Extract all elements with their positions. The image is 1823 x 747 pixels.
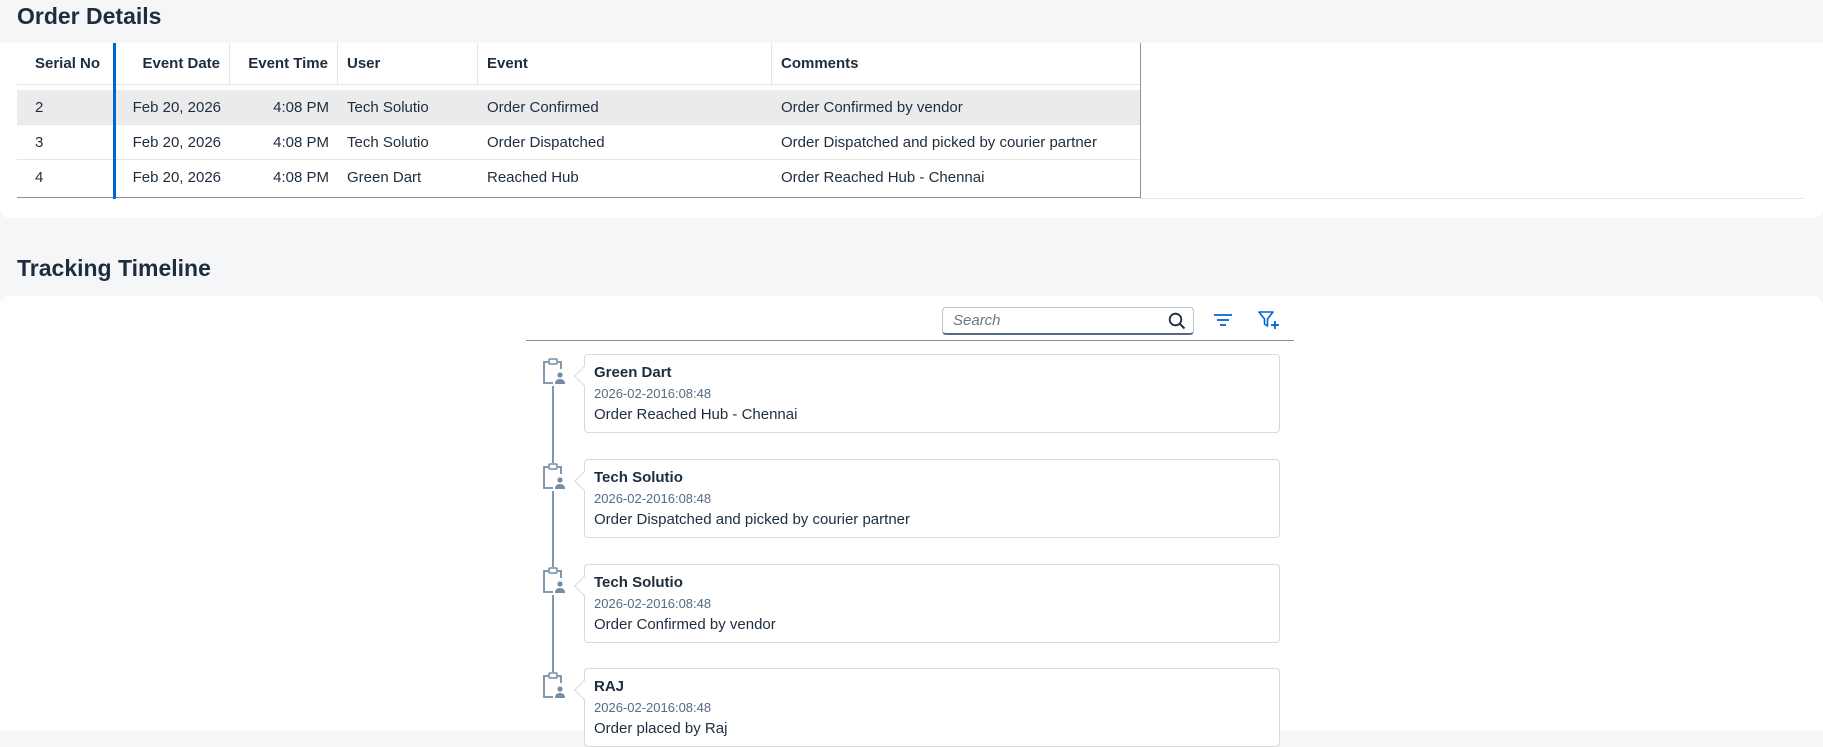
column-header-serial-no[interactable]: Serial No xyxy=(17,43,115,84)
order-events-table: Serial No Event Date Event Time User Eve… xyxy=(17,43,1141,199)
clipboard-user-icon xyxy=(540,463,566,491)
cell-event-date: Feb 20, 2026 xyxy=(132,168,221,186)
filter-button[interactable] xyxy=(1254,308,1284,336)
timeline-item[interactable]: Green Dart 2026-02-2016:08:48 Order Reac… xyxy=(584,354,1280,433)
cell-serial-no: 3 xyxy=(35,133,44,151)
timeline-item-user[interactable]: Green Dart xyxy=(594,364,672,381)
tracking-timeline-title: Tracking Timeline xyxy=(17,255,211,281)
cell-event: Order Dispatched xyxy=(487,133,605,151)
timeline-item[interactable]: RAJ 2026-02-2016:08:48 Order placed by R… xyxy=(584,668,1280,747)
cell-serial-no: 2 xyxy=(35,98,44,116)
table-row[interactable]: 2 Feb 20, 2026 4:08 PM Tech Solutio Orde… xyxy=(17,90,1140,125)
column-header-comments[interactable]: Comments xyxy=(772,43,1140,84)
timeline-item[interactable]: Tech Solutio 2026-02-2016:08:48 Order Di… xyxy=(584,459,1280,538)
order-details-panel: Serial No Event Date Event Time User Eve… xyxy=(0,43,1823,218)
filter-add-icon xyxy=(1258,310,1280,335)
timeline-item-message: Order Dispatched and picked by courier p… xyxy=(594,511,910,528)
cell-user: Tech Solutio xyxy=(347,133,429,151)
table-header-row: Serial No Event Date Event Time User Eve… xyxy=(17,43,1140,85)
column-header-event-date[interactable]: Event Date xyxy=(115,43,230,84)
clipboard-user-icon xyxy=(540,567,566,595)
clipboard-user-icon xyxy=(540,358,566,386)
column-header-event[interactable]: Event xyxy=(478,43,772,84)
timeline-connector xyxy=(552,386,554,464)
cell-event: Reached Hub xyxy=(487,168,579,186)
table-row[interactable]: 3 Feb 20, 2026 4:08 PM Tech Solutio Orde… xyxy=(17,125,1140,160)
cell-comments: Order Confirmed by vendor xyxy=(781,98,963,116)
table-bottom-border xyxy=(17,197,1140,198)
fixed-column-divider xyxy=(113,43,116,199)
timeline-item-message: Order Confirmed by vendor xyxy=(594,616,776,633)
search-field[interactable] xyxy=(942,307,1194,335)
timeline-item-user[interactable]: Tech Solutio xyxy=(594,469,683,486)
cell-event-time: 4:08 PM xyxy=(273,133,329,151)
timeline-item-message: Order Reached Hub - Chennai xyxy=(594,406,798,423)
table-row[interactable]: 4 Feb 20, 2026 4:08 PM Green Dart Reache… xyxy=(17,160,1140,194)
cell-comments: Order Reached Hub - Chennai xyxy=(781,168,985,186)
cell-event: Order Confirmed xyxy=(487,98,599,116)
cell-event-date: Feb 20, 2026 xyxy=(132,133,221,151)
cell-user: Green Dart xyxy=(347,168,422,186)
clipboard-user-icon xyxy=(540,672,566,700)
column-header-event-time[interactable]: Event Time xyxy=(230,43,338,84)
timeline-item-user[interactable]: RAJ xyxy=(594,678,624,695)
search-input[interactable] xyxy=(943,311,1161,330)
timeline-item-timestamp: 2026-02-2016:08:48 xyxy=(594,596,712,611)
timeline-toolbar xyxy=(526,296,1294,341)
timeline-connector xyxy=(552,595,554,673)
timeline-item-user[interactable]: Tech Solutio xyxy=(594,574,683,591)
cell-serial-no: 4 xyxy=(35,168,44,186)
timeline-item[interactable]: Tech Solutio 2026-02-2016:08:48 Order Co… xyxy=(584,564,1280,643)
cell-event-time: 4:08 PM xyxy=(273,168,329,186)
cell-user: Tech Solutio xyxy=(347,98,429,116)
cell-event-time: 4:08 PM xyxy=(273,98,329,116)
order-details-title: Order Details xyxy=(17,3,162,29)
table-extension-line xyxy=(1140,198,1804,199)
sort-icon xyxy=(1213,312,1233,333)
timeline-connector xyxy=(552,491,554,569)
column-header-user[interactable]: User xyxy=(338,43,478,84)
cell-comments: Order Dispatched and picked by courier p… xyxy=(781,133,1097,151)
cell-event-date: Feb 20, 2026 xyxy=(132,98,221,116)
timeline-item-message: Order placed by Raj xyxy=(594,720,728,737)
timeline-item-timestamp: 2026-02-2016:08:48 xyxy=(594,386,712,401)
sort-button[interactable] xyxy=(1208,308,1238,336)
timeline-item-timestamp: 2026-02-2016:08:48 xyxy=(594,700,712,715)
search-icon[interactable] xyxy=(1161,308,1193,334)
timeline-item-timestamp: 2026-02-2016:08:48 xyxy=(594,491,712,506)
tracking-timeline-panel: Green Dart 2026-02-2016:08:48 Order Reac… xyxy=(0,296,1823,747)
